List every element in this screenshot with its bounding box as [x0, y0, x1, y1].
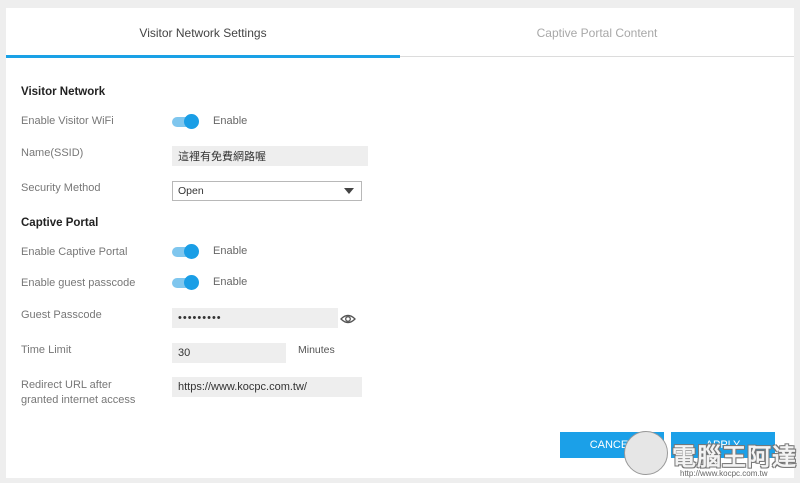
- active-tab-indicator: [6, 55, 400, 58]
- time-limit-label: Time Limit: [21, 344, 72, 356]
- tab-bar: Visitor Network Settings Captive Portal …: [6, 8, 794, 58]
- tab-visitor-network-settings[interactable]: Visitor Network Settings: [6, 8, 400, 58]
- guest-passcode-label: Guest Passcode: [21, 309, 102, 321]
- enable-visitor-wifi-label: Enable Visitor WiFi: [21, 115, 114, 127]
- enable-visitor-wifi-state: Enable: [213, 115, 248, 127]
- time-limit-units: Minutes: [298, 344, 335, 356]
- security-method-value: Open: [178, 185, 204, 197]
- toggle-knob: [184, 244, 199, 259]
- guest-passcode-input[interactable]: [172, 308, 338, 328]
- toggle-knob: [184, 114, 199, 129]
- security-method-label: Security Method: [21, 182, 101, 194]
- enable-guest-passcode-toggle[interactable]: [172, 275, 199, 290]
- enable-captive-portal-toggle[interactable]: [172, 244, 199, 259]
- enable-guest-passcode-label: Enable guest passcode: [21, 277, 136, 289]
- time-limit-input[interactable]: [172, 343, 286, 363]
- enable-visitor-wifi-toggle[interactable]: [172, 114, 199, 129]
- enable-guest-passcode-state: Enable: [213, 276, 248, 288]
- tab-captive-portal-content[interactable]: Captive Portal Content: [400, 8, 794, 58]
- enable-captive-portal-label: Enable Captive Portal: [21, 246, 128, 258]
- redirect-url-label-line1: Redirect URL after: [21, 379, 112, 391]
- watermark-logo-icon: [624, 431, 668, 475]
- ssid-label: Name(SSID): [21, 147, 84, 159]
- section-title-captive-portal: Captive Portal: [21, 217, 99, 229]
- watermark-url: http://www.kocpc.com.tw: [680, 469, 768, 478]
- security-method-select[interactable]: Open: [172, 181, 362, 201]
- redirect-url-label-line2: granted internet access: [21, 394, 136, 406]
- tab-divider: [400, 56, 794, 57]
- chevron-down-icon: [344, 188, 354, 194]
- redirect-url-input[interactable]: [172, 377, 362, 397]
- section-title-visitor-network: Visitor Network: [21, 86, 106, 98]
- toggle-knob: [184, 275, 199, 290]
- enable-captive-portal-state: Enable: [213, 245, 248, 257]
- eye-icon[interactable]: [340, 313, 356, 325]
- ssid-input[interactable]: [172, 146, 368, 166]
- watermark-text: 電腦王阿達: [672, 444, 797, 471]
